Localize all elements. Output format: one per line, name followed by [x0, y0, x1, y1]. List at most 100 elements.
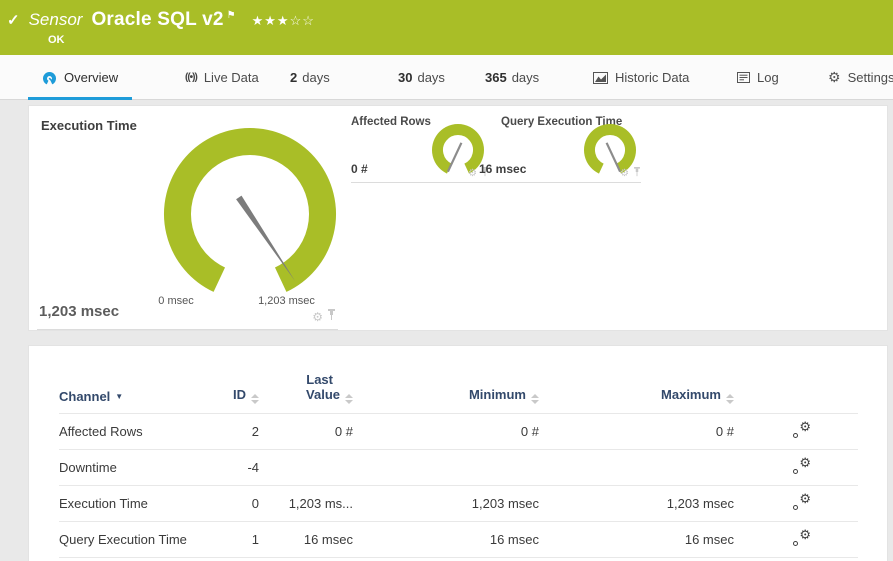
query-execution-time-widget: Query Execution Time 16 msec ⚙	[479, 116, 641, 183]
channel-settings-icon[interactable]: ⚙	[792, 455, 811, 474]
tab-2-days[interactable]: 2 days	[290, 55, 330, 100]
tab-label: Settings	[847, 70, 893, 85]
column-label: Value	[306, 387, 340, 402]
widget-gear-icon[interactable]: ⚙	[468, 168, 477, 179]
cell-minimum	[353, 449, 539, 486]
column-label: Maximum	[661, 387, 721, 402]
table-row[interactable]: Execution Time 0 1,203 ms... 1,203 msec …	[59, 485, 858, 522]
cell-channel: Query Execution Time	[59, 521, 209, 558]
sensor-kind-label: Sensor	[28, 10, 83, 29]
affected-rows-widget: Affected Rows 0 # ⚙	[351, 116, 489, 183]
flag-icon[interactable]: ⚑	[227, 10, 236, 21]
tab-label: Overview	[64, 70, 119, 85]
cell-last-value: 16 msec	[259, 521, 353, 558]
tab-bar: Overview ((•)) Live Data 2 days 30 days …	[0, 55, 893, 100]
cell-last-value: 1,203 ms...	[259, 485, 353, 522]
cell-maximum: 1,203 msec	[539, 485, 734, 522]
widget-title: Execution Time	[41, 118, 137, 133]
tab-label: days	[302, 70, 330, 85]
cell-channel: Affected Rows	[59, 413, 209, 450]
channel-settings-icon[interactable]: ⚙	[792, 419, 811, 438]
tab-365-days[interactable]: 365 days	[485, 55, 539, 100]
cell-last-value: 0 #	[259, 413, 353, 450]
column-header-last-value[interactable]: Last Value	[259, 372, 353, 414]
sort-icon	[345, 394, 353, 404]
tab-live-data[interactable]: ((•)) Live Data	[185, 55, 259, 100]
gear-icon: ⚙	[799, 419, 811, 434]
execution-time-gauge	[164, 128, 336, 292]
pin-icon[interactable]	[327, 308, 336, 326]
cell-minimum: 1,203 msec	[353, 485, 539, 522]
cell-maximum: 16 msec	[539, 521, 734, 558]
gauge-value: 16 msec	[479, 162, 527, 176]
check-icon: ✓	[7, 12, 20, 29]
gear-icon: ⚙	[828, 69, 841, 85]
column-header-actions	[734, 372, 858, 414]
cell-minimum: 16 msec	[353, 521, 539, 558]
table-row[interactable]: Affected Rows 2 0 # 0 # 0 # ⚙	[59, 413, 858, 450]
widget-gear-icon[interactable]: ⚙	[620, 168, 629, 179]
gauge-needle	[446, 142, 463, 173]
broadcast-icon: ((•))	[185, 72, 198, 83]
gear-dot	[793, 433, 798, 438]
cell-id: 1	[209, 521, 259, 558]
cell-last-value	[259, 449, 353, 486]
cell-id: -4	[209, 449, 259, 486]
gear-dot	[793, 469, 798, 474]
tab-settings[interactable]: ⚙ Settings	[828, 55, 893, 100]
gauge-icon	[42, 71, 57, 85]
tab-label: Historic Data	[615, 70, 690, 85]
table-row[interactable]: Downtime -4 ⚙	[59, 449, 858, 486]
channel-settings-icon[interactable]: ⚙	[792, 491, 811, 510]
tab-30-days[interactable]: 30 days	[398, 55, 445, 100]
column-header-id[interactable]: ID	[209, 372, 259, 414]
cell-channel: Downtime	[59, 449, 209, 486]
tab-label: Log	[757, 70, 779, 85]
tab-log[interactable]: Log	[737, 55, 779, 100]
tab-number: 2	[290, 70, 298, 85]
sort-caret-icon: ▼	[115, 392, 124, 401]
gear-icon: ⚙	[799, 527, 811, 542]
status-badge: OK	[48, 34, 65, 46]
stars-empty: ☆☆	[289, 13, 315, 28]
column-label: Minimum	[468, 387, 526, 402]
stars-filled: ★★★	[251, 13, 290, 28]
priority-stars[interactable]: ★★★☆☆	[252, 13, 315, 29]
gauges-panel: Execution Time 0 msec 1,203 msec 1,203 m…	[28, 105, 888, 331]
tab-label: days	[417, 70, 445, 85]
page-content: Execution Time 0 msec 1,203 msec 1,203 m…	[0, 100, 893, 561]
log-icon	[737, 72, 750, 83]
cell-channel: Execution Time	[59, 485, 209, 522]
gauge-value: 1,203 msec	[39, 303, 120, 320]
sort-icon	[726, 394, 734, 404]
cell-id: 0	[209, 485, 259, 522]
channel-settings-icon[interactable]: ⚙	[792, 527, 811, 546]
gauge-value: 0 #	[351, 162, 368, 176]
channels-table: Channel ▼ ID Last Value Minimum Maximum Af…	[59, 372, 858, 558]
tab-historic-data[interactable]: Historic Data	[593, 55, 689, 100]
sort-icon	[531, 394, 539, 404]
column-label: Last	[306, 372, 333, 387]
chart-icon	[593, 71, 608, 84]
sensor-header: ✓ Sensor Oracle SQL v2 ⚑ ★★★☆☆ OK	[0, 0, 893, 55]
cell-maximum	[539, 449, 734, 486]
sort-icon	[251, 394, 259, 404]
tab-number: 30	[398, 70, 413, 85]
column-header-maximum[interactable]: Maximum	[539, 372, 734, 414]
tab-number: 365	[485, 70, 507, 85]
channels-panel: Channel ▼ ID Last Value Minimum Maximum Af…	[28, 345, 888, 561]
gauge-max-label: 1,203 msec	[258, 295, 315, 307]
table-row[interactable]: Query Execution Time 1 16 msec 16 msec 1…	[59, 521, 858, 558]
column-header-channel[interactable]: Channel ▼	[59, 372, 209, 414]
column-header-minimum[interactable]: Minimum	[353, 372, 539, 414]
widget-gear-icon[interactable]: ⚙	[312, 310, 323, 324]
column-label: Channel	[59, 389, 111, 404]
gear-icon: ⚙	[799, 491, 811, 506]
pin-icon[interactable]	[633, 164, 641, 182]
gauge-min-label: 0 msec	[158, 295, 194, 307]
cell-minimum: 0 #	[353, 413, 539, 450]
gear-dot	[793, 505, 798, 510]
gauge-needle	[605, 142, 622, 173]
column-label: ID	[233, 387, 246, 402]
tab-overview[interactable]: Overview	[27, 55, 133, 100]
